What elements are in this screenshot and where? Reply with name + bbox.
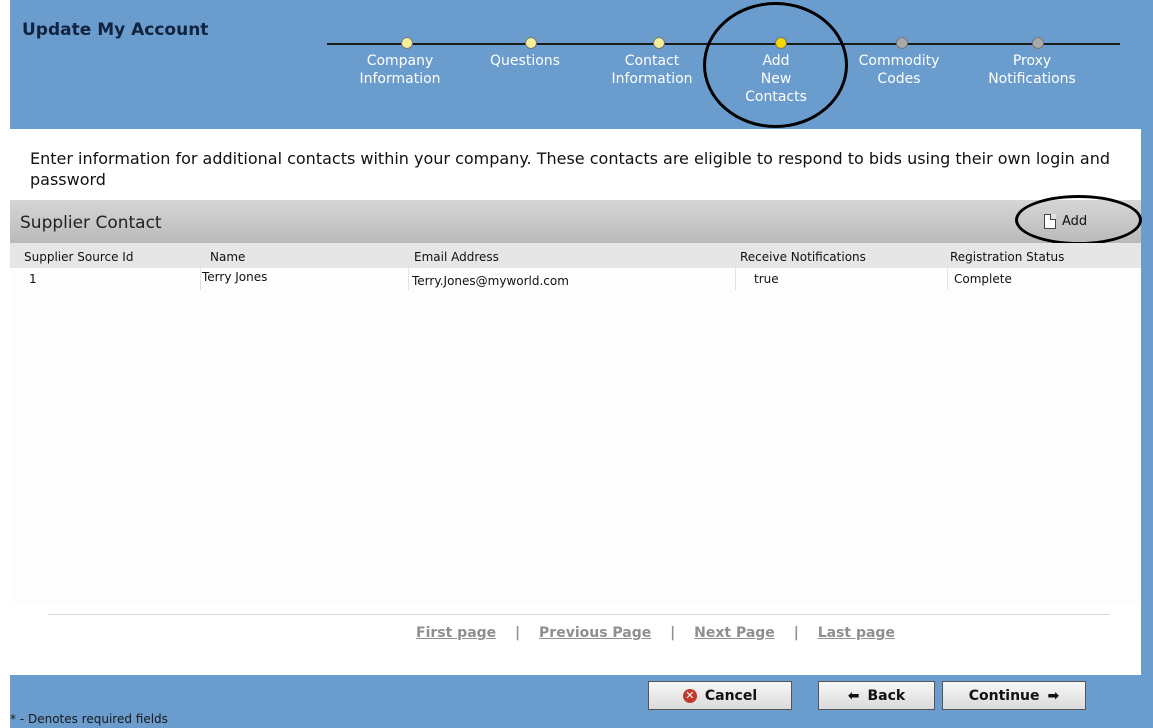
- column-divider: [947, 268, 948, 290]
- highlight-circle-add: [1015, 195, 1142, 245]
- step-company-information[interactable]: Company Information: [359, 52, 440, 88]
- pager-divider: [48, 614, 1110, 615]
- arrow-left-icon: ⬅: [847, 687, 860, 704]
- first-page-link[interactable]: First page: [416, 625, 496, 641]
- step-contact-information[interactable]: Contact Information: [611, 52, 692, 88]
- step-questions[interactable]: Questions: [490, 52, 560, 70]
- cancel-label: Cancel: [704, 687, 758, 704]
- step-dot-proxy-notifications: [1032, 37, 1044, 49]
- cell-registration-status: Complete: [954, 272, 1012, 286]
- column-header-supplier-source-id[interactable]: Supplier Source Id: [24, 250, 133, 264]
- page-title: Update My Account: [22, 20, 209, 40]
- step-commodity-codes[interactable]: Commodity Codes: [859, 52, 940, 88]
- pager-separator: |: [793, 625, 799, 641]
- column-divider: [408, 268, 409, 290]
- step-dot-questions: [525, 37, 537, 49]
- step-dot-contact-information: [653, 37, 665, 49]
- step-dot-commodity-codes: [896, 37, 908, 49]
- content-panel: Enter information for additional contact…: [10, 129, 1142, 675]
- continue-button[interactable]: Continue ➡: [942, 681, 1086, 710]
- table-header: Supplier Source Id Name Email Address Re…: [10, 243, 1141, 268]
- cancel-icon: ✕: [682, 688, 697, 703]
- pager-separator: |: [670, 625, 676, 641]
- cell-name: Terry Jones: [202, 270, 268, 284]
- continue-label: Continue: [968, 687, 1040, 704]
- column-divider: [200, 268, 201, 290]
- section-header: Supplier Contact Add: [10, 200, 1141, 243]
- cell-receive-notifications: true: [754, 272, 779, 286]
- cancel-button[interactable]: ✕ Cancel: [648, 681, 792, 710]
- table-body: 1 Terry Jones Terry.Jones@myworld.com tr…: [10, 268, 1141, 603]
- arrow-right-icon: ➡: [1047, 687, 1060, 704]
- cell-supplier-source-id: 1: [29, 272, 37, 286]
- next-page-link[interactable]: Next Page: [694, 625, 775, 641]
- section-title: Supplier Contact: [20, 213, 162, 233]
- last-page-link[interactable]: Last page: [818, 625, 895, 641]
- pager-separator: |: [515, 625, 521, 641]
- back-button[interactable]: ⬅ Back: [818, 681, 935, 710]
- step-dot-company-information: [401, 37, 413, 49]
- previous-page-link[interactable]: Previous Page: [539, 625, 651, 641]
- cell-email-address: Terry.Jones@myworld.com: [412, 274, 569, 288]
- intro-text: Enter information for additional contact…: [30, 149, 1110, 189]
- step-proxy-notifications[interactable]: Proxy Notifications: [988, 52, 1076, 88]
- column-header-registration-status[interactable]: Registration Status: [950, 250, 1064, 264]
- account-frame: Update My Account Company Information Que…: [10, 0, 1153, 728]
- table-row[interactable]: 1 Terry Jones Terry.Jones@myworld.com tr…: [10, 268, 1141, 293]
- required-fields-note: * - Denotes required fields: [10, 712, 168, 726]
- back-label: Back: [867, 687, 906, 704]
- column-header-name[interactable]: Name: [210, 250, 245, 264]
- column-divider: [735, 268, 736, 290]
- pagination: First page | Previous Page | Next Page |…: [416, 625, 895, 641]
- column-header-email-address[interactable]: Email Address: [414, 250, 499, 264]
- highlight-circle-step: [703, 2, 848, 128]
- column-header-receive-notifications[interactable]: Receive Notifications: [740, 250, 866, 264]
